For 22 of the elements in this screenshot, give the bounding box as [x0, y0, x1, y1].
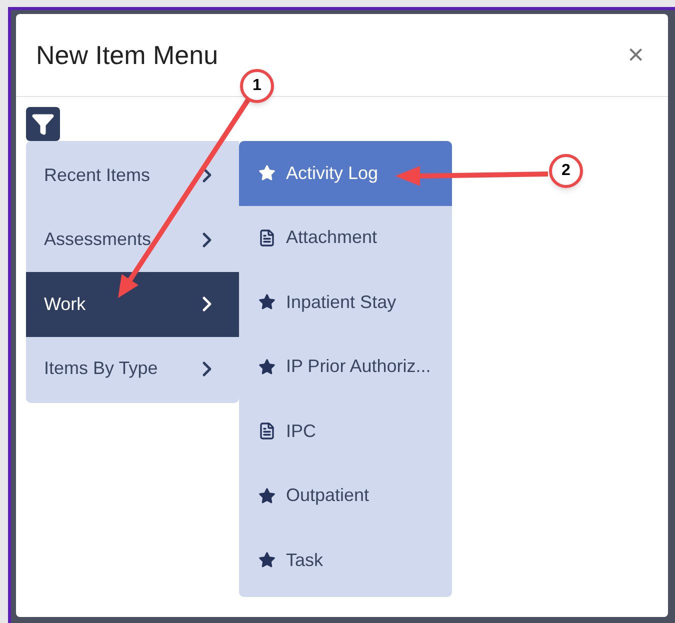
dialog-title: New Item Menu	[36, 38, 218, 72]
star-icon	[258, 486, 276, 505]
menu-item[interactable]: Items By Type	[26, 336, 239, 401]
submenu-item[interactable]: Inpatient Stay	[239, 270, 452, 334]
close-button[interactable]: ×	[624, 41, 648, 69]
menu-item[interactable]: Assessments	[26, 208, 239, 272]
submenu-item[interactable]: IPC	[239, 399, 452, 464]
star-icon	[258, 293, 276, 312]
filter-button[interactable]	[26, 107, 60, 141]
document-icon	[258, 228, 276, 247]
submenu-item[interactable]: Outpatient	[239, 464, 452, 528]
star-icon	[258, 358, 276, 376]
menu-item[interactable]: Recent Items	[26, 143, 239, 208]
menu-item[interactable]: Work	[26, 272, 239, 336]
submenu-item[interactable]: IP Prior Authoriz...	[239, 334, 452, 399]
submenu-item[interactable]: Activity Log	[239, 141, 452, 206]
submenu-item[interactable]: Attachment	[239, 206, 452, 270]
submenu-item[interactable]: Task	[239, 528, 452, 592]
star-icon	[258, 551, 276, 570]
filter-icon	[31, 112, 55, 136]
document-icon	[258, 422, 276, 440]
star-icon	[258, 164, 276, 182]
